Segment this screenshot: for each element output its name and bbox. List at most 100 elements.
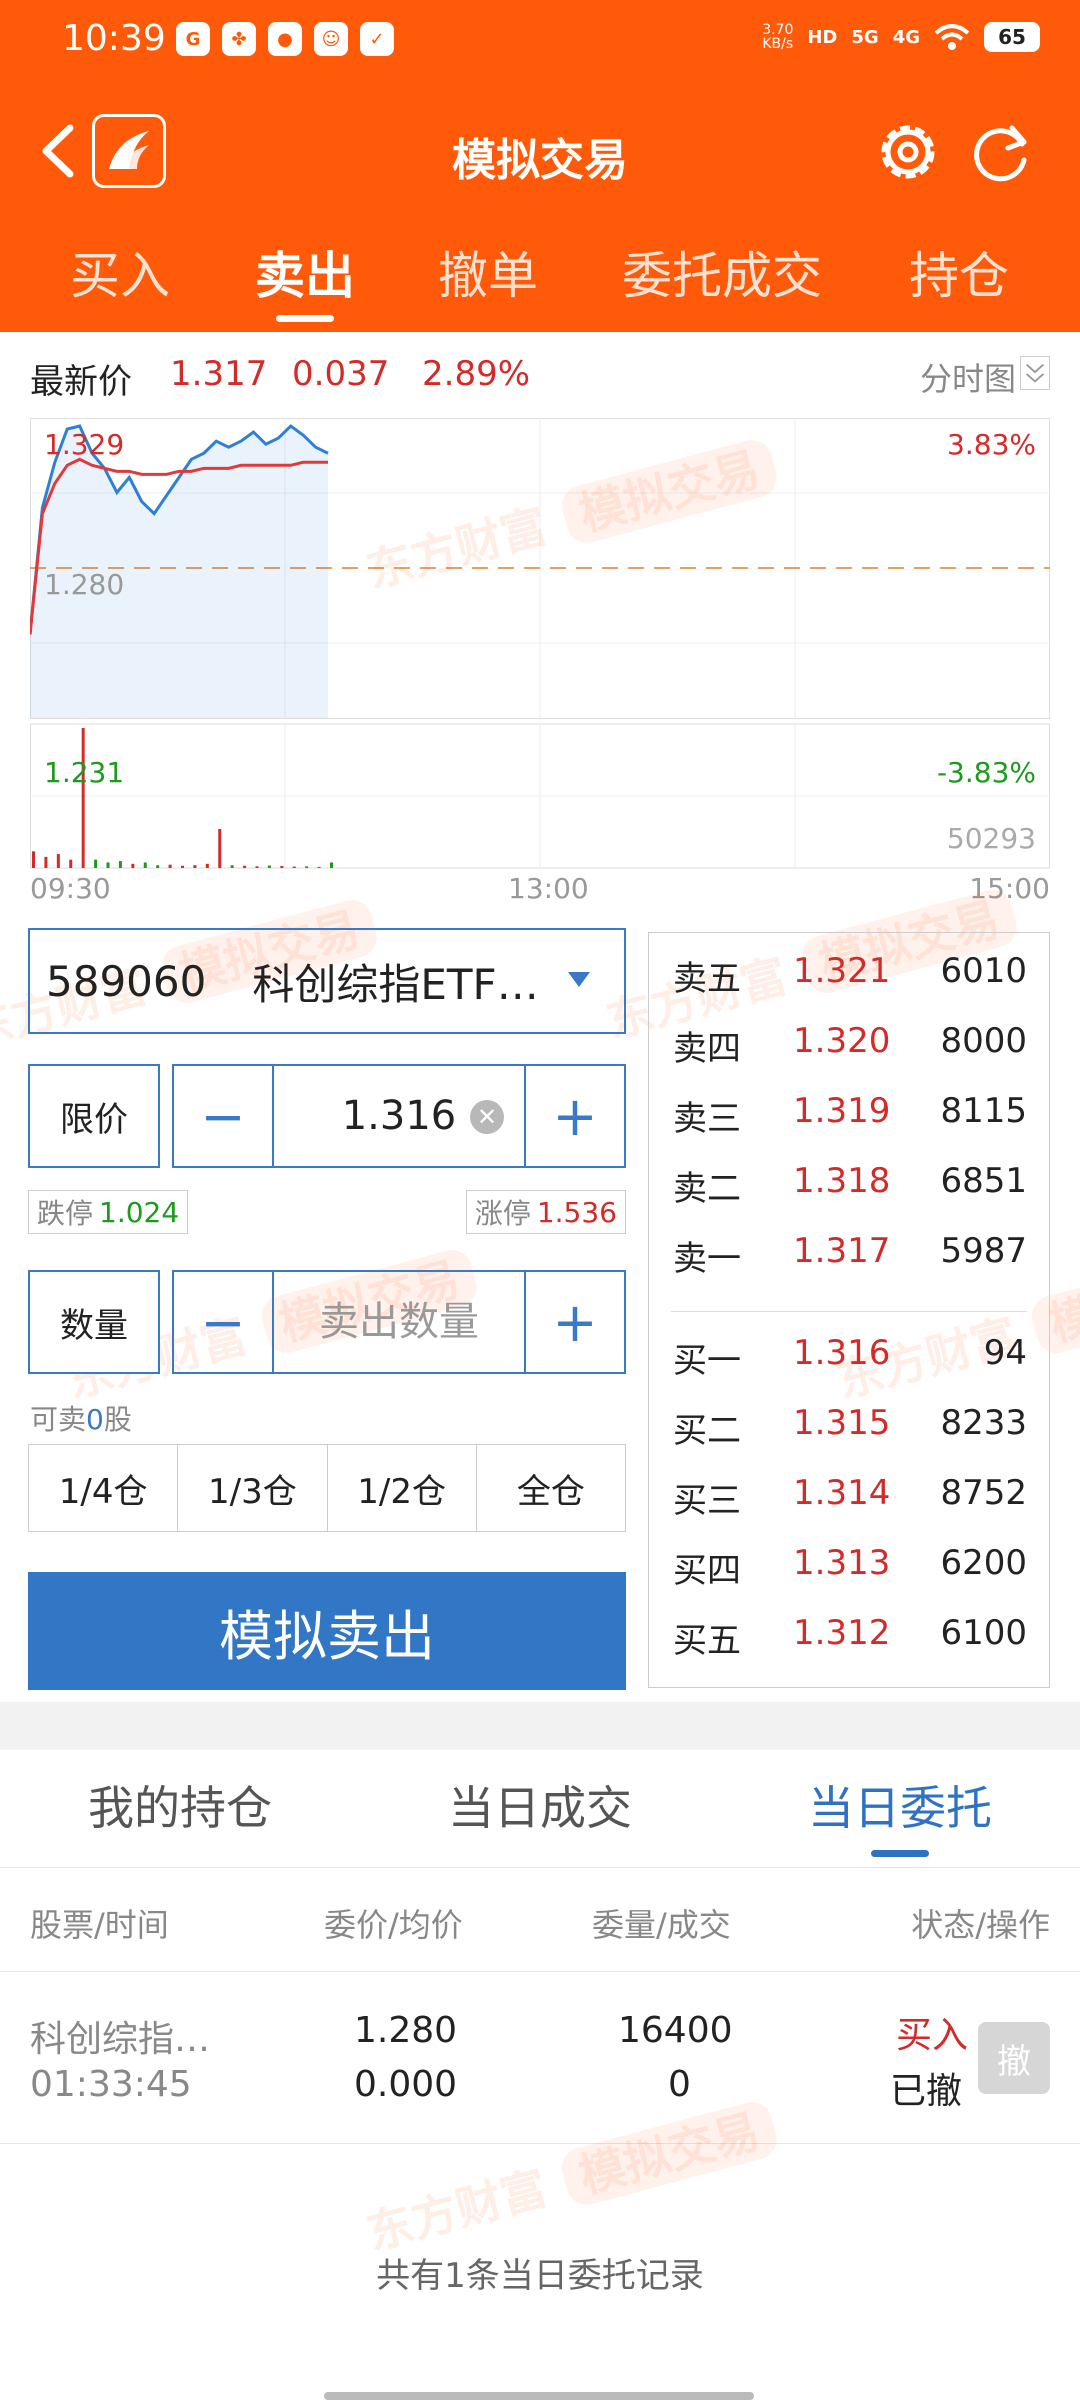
quantity-plus-button[interactable]: + [524, 1272, 624, 1372]
sellable-count: 0 [86, 1403, 104, 1436]
notification-app-icon: G [176, 22, 210, 56]
column-header: 状态/操作 [911, 1906, 1050, 1944]
volume-bar [255, 866, 259, 868]
price-stepper: − ✕ + [172, 1064, 626, 1168]
price-change: 0.037 [292, 354, 390, 394]
volume-bar [56, 854, 60, 868]
chart-low-price: 1.231 [44, 756, 125, 789]
simulated-sell-button[interactable]: 模拟卖出 [28, 1572, 626, 1690]
price-field-wrap: ✕ [274, 1066, 524, 1166]
quantity-type-label: 数量 [28, 1270, 160, 1374]
triangle-down-icon [568, 972, 590, 987]
records-tabs: 我的持仓 当日成交 当日委托 [0, 1750, 1080, 1868]
back-button[interactable] [30, 116, 90, 186]
order-filled: 0 [668, 2064, 691, 2105]
chart-base-price: 1.280 [44, 568, 125, 601]
home-indicator[interactable] [324, 2392, 754, 2400]
volume-bar [280, 866, 284, 868]
ask-row[interactable]: 卖五 1.321 6010 [649, 937, 1049, 1007]
tab-my-positions[interactable]: 我的持仓 [0, 1750, 360, 1867]
position-third-button[interactable]: 1/3仓 [178, 1445, 328, 1531]
price-plus-button[interactable]: + [524, 1066, 624, 1166]
volume-bar [305, 866, 309, 868]
nav-bar: 模拟交易 [0, 96, 1080, 206]
ask-row[interactable]: 卖二 1.318 6851 [649, 1147, 1049, 1217]
volume-bar [168, 864, 172, 868]
tab-positions[interactable]: 持仓 [838, 226, 1080, 332]
intraday-chart[interactable]: 1.329 3.83% 1.280 1.231 -3.83% 50293 [30, 418, 1050, 878]
volume-bar [193, 865, 197, 868]
sellable-shares: 可卖0股 [30, 1403, 132, 1436]
price-change-pct: 2.89% [422, 354, 531, 394]
chevron-down-icon[interactable] [1020, 356, 1050, 390]
order-price: 1.280 [354, 2010, 458, 2051]
notification-message-icon: ● [268, 22, 302, 56]
position-quarter-button[interactable]: 1/4仓 [29, 1445, 179, 1531]
battery-indicator: 65 [984, 22, 1040, 52]
table-row[interactable]: 科创综指… 01:33:45 1.280 0.000 16400 0 买入 已撤… [0, 1972, 1080, 2144]
tab-cancel[interactable]: 撤单 [370, 226, 606, 332]
app-header: 10:39 G ✤ ● ☺ ✓ 3.70 KB/s HD 5G 4G 65 模拟… [0, 0, 1080, 332]
tab-orders-trades[interactable]: 委托成交 [606, 226, 838, 332]
stock-selector[interactable]: 589060 科创综指ETF… [28, 928, 626, 1034]
clear-icon[interactable]: ✕ [470, 1100, 504, 1134]
price-minus-button[interactable]: − [174, 1066, 274, 1166]
ask-row[interactable]: 卖四 1.320 8000 [649, 1007, 1049, 1077]
position-ratio-buttons: 1/4仓 1/3仓 1/2仓 全仓 [28, 1444, 626, 1532]
network-speed: 3.70 KB/s [762, 22, 794, 52]
stock-name: 科创综指ETF… [252, 959, 539, 1009]
order-book-divider [671, 1311, 1027, 1312]
latest-price: 1.317 [170, 354, 268, 394]
intraday-chart-svg [30, 418, 1050, 869]
order-status: 已撤 [890, 2071, 963, 2112]
position-half-button[interactable]: 1/2仓 [328, 1445, 477, 1531]
status-indicators: 3.70 KB/s HD 5G 4G 65 [762, 22, 1040, 52]
chart-type-selector[interactable]: 分时图 [920, 354, 1016, 400]
gear-icon[interactable] [870, 114, 946, 190]
order-time: 01:33:45 [30, 2064, 192, 2105]
tab-sell[interactable]: 卖出 [240, 226, 370, 332]
tab-buy[interactable]: 买入 [0, 226, 240, 332]
volume-bar [317, 866, 321, 868]
quantity-stepper: − + [172, 1270, 626, 1374]
bid-row[interactable]: 买三 1.314 8752 [649, 1459, 1049, 1529]
tab-today-trades[interactable]: 当日成交 [360, 1750, 720, 1867]
logo-swoosh-icon [109, 131, 149, 169]
ask-row[interactable]: 卖三 1.319 8115 [649, 1077, 1049, 1147]
tab-today-orders[interactable]: 当日委托 [720, 1750, 1080, 1867]
notification-fan-icon: ✤ [222, 22, 256, 56]
quantity-minus-button[interactable]: − [174, 1272, 274, 1372]
app-logo-icon[interactable] [92, 114, 166, 188]
volume-bar [292, 866, 296, 868]
trade-panel: 最新价 1.317 0.037 2.89% 分时图 1.329 3.83% 1.… [0, 332, 1080, 1702]
bid-row[interactable]: 买二 1.315 8233 [649, 1389, 1049, 1459]
bid-row[interactable]: 买五 1.312 6100 [649, 1599, 1049, 1669]
time-tick-end: 15:00 [969, 872, 1050, 905]
cancel-order-button[interactable]: 撤 [978, 2022, 1050, 2094]
limit-up-tag[interactable]: 涨停 1.536 [465, 1190, 626, 1234]
volume-bar [81, 728, 85, 868]
orders-table-footer: 东方财富模拟交易 共有1条当日委托记录 [0, 2097, 1080, 2408]
column-header: 股票/时间 [30, 1906, 169, 1944]
refresh-icon[interactable] [962, 114, 1038, 190]
bid-row[interactable]: 买一 1.316 94 [649, 1319, 1049, 1389]
quantity-input[interactable] [274, 1272, 524, 1372]
latest-price-label: 最新价 [30, 362, 132, 402]
column-header: 委价/均价 [324, 1906, 463, 1944]
limit-down-price: 1.024 [99, 1195, 180, 1229]
wifi-icon [934, 24, 970, 50]
price-type-selector[interactable]: 限价 [28, 1064, 160, 1168]
limit-down-tag[interactable]: 跌停 1.024 [28, 1190, 189, 1234]
order-stock-name: 科创综指… [30, 2019, 211, 2060]
volume-bar [131, 863, 135, 868]
notification-avatar-icon: ☺ [314, 22, 348, 56]
position-full-button[interactable]: 全仓 [477, 1445, 625, 1531]
ask-row[interactable]: 卖一 1.317 5987 [649, 1217, 1049, 1287]
volume-bar [181, 865, 184, 868]
volume-bar [32, 851, 35, 868]
bid-row[interactable]: 买四 1.313 6200 [649, 1529, 1049, 1599]
stock-code: 589060 [46, 956, 207, 1006]
hd-badge: HD [807, 26, 838, 48]
status-app-icons: G ✤ ● ☺ ✓ [176, 22, 394, 56]
quote-summary: 最新价 1.317 0.037 2.89% 分时图 [30, 354, 1050, 404]
